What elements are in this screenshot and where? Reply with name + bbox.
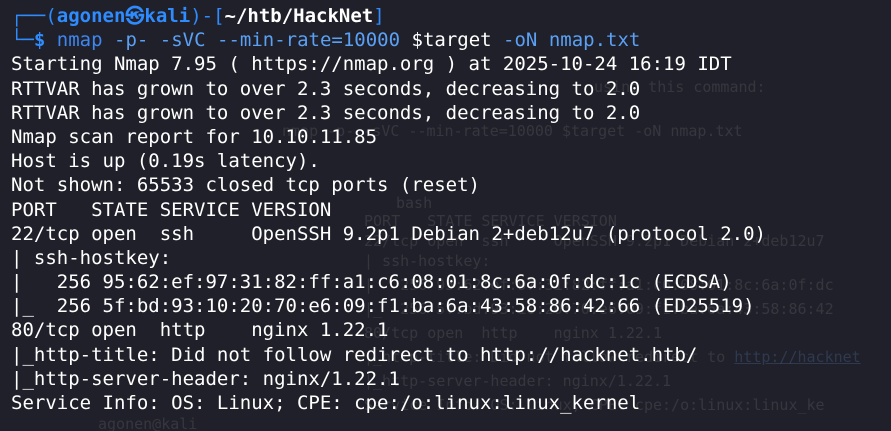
- command-variable: $target: [411, 29, 492, 52]
- prompt-bracket: ]: [373, 5, 385, 27]
- output-line: Service Info: OS: Linux; CPE: cpe:/o:lin…: [11, 392, 641, 414]
- command-arg: -oN: [503, 29, 538, 52]
- output-line: RTTVAR has grown to over 2.3 seconds, de…: [11, 101, 641, 124]
- output-line: 22/tcp open ssh OpenSSH 9.2p1 Debian 2+d…: [11, 222, 766, 245]
- output-line: PORT STATE SERVICE VERSION: [11, 198, 332, 221]
- prompt-user: agonen: [56, 5, 126, 27]
- output-line: |_http-server-header: nginx/1.22.1: [11, 367, 400, 390]
- prompt-line: ┌──(agonen㉿kali)-[~/htb/HackNet]: [11, 4, 891, 28]
- command-arg: nmap.txt: [548, 29, 641, 52]
- output-line: Not shown: 65533 closed tcp ports (reset…: [11, 174, 480, 197]
- command-arg: -sVC: [159, 29, 206, 52]
- output-line: | ssh-hostkey:: [11, 246, 172, 269]
- prompt-dollar: $: [33, 29, 46, 52]
- output-line: 80/tcp open http nginx 1.22.1: [11, 319, 389, 342]
- prompt-separator: )-[: [190, 5, 225, 27]
- output-line: Host is up (0.19s latency).: [11, 150, 320, 173]
- terminal-window[interactable]: using this command: nmap -p- -sVC --min-…: [0, 0, 891, 431]
- command-arg: --min-rate=10000: [217, 29, 401, 52]
- prompt-corner: ┌──(: [11, 5, 57, 27]
- prompt-host: kali: [144, 5, 191, 27]
- output-line: Starting Nmap 7.95 ( https://nmap.org ) …: [11, 53, 732, 76]
- output-line: RTTVAR has grown to over 2.3 seconds, de…: [11, 77, 641, 100]
- command-program: nmap: [56, 29, 103, 52]
- ghost-line: agonen@kali: [98, 415, 198, 431]
- output-line: |_ 256 5f:bd:93:10:20:70:e6:09:f1:ba:6a:…: [11, 295, 755, 318]
- prompt-corner: └─: [11, 29, 34, 52]
- terminal-content: ┌──(agonen㉿kali)-[~/htb/HackNet] └─$ nma…: [11, 4, 891, 415]
- skull-icon: ㉿: [125, 5, 145, 27]
- prompt-path: ~/htb/HackNet: [224, 5, 374, 27]
- output-line: | 256 95:62:ef:97:31:82:ff:a1:c6:08:01:8…: [11, 271, 732, 294]
- output-line: |_http-title: Did not follow redirect to…: [11, 343, 698, 366]
- output-line: Nmap scan report for 10.10.11.85: [11, 125, 378, 148]
- command-arg: -p-: [114, 29, 149, 52]
- command-line[interactable]: └─$ nmap -p- -sVC --min-rate=10000 $targ…: [11, 28, 891, 52]
